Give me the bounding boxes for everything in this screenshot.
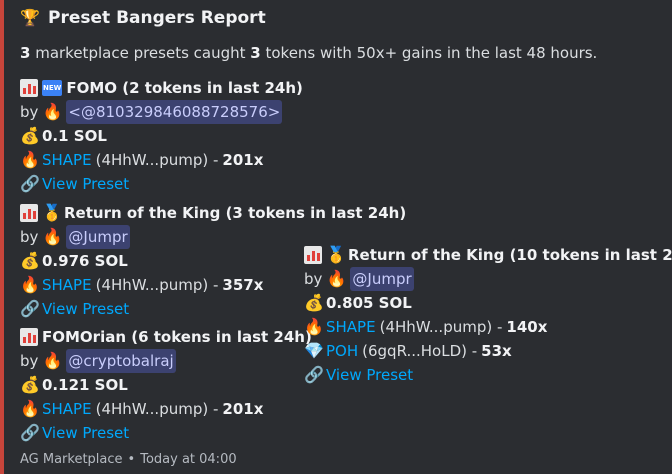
view-preset-line: 🔗 View Preset xyxy=(20,421,312,445)
bar-chart-icon xyxy=(20,79,38,97)
view-preset-link[interactable]: View Preset xyxy=(42,297,129,321)
bar-chart-icon xyxy=(20,204,38,222)
token-address: (4HhW...pump) - xyxy=(95,151,219,169)
preset-sol-line: 💰 0.121 SOL xyxy=(20,373,312,397)
preset-sol-line: 💰 0.1 SOL xyxy=(20,124,303,148)
money-bag-icon: 💰 xyxy=(304,293,324,312)
token-address: (4HhW...pump) - xyxy=(379,318,503,336)
token-gain: 53x xyxy=(481,342,512,360)
preset-sol-line: 💰 0.805 SOL xyxy=(304,291,672,315)
preset-heading: NEW FOMO (2 tokens in last 24h) xyxy=(20,76,303,100)
token-link[interactable]: SHAPE xyxy=(42,273,92,297)
by-label: by xyxy=(20,103,39,121)
bar-chart-icon xyxy=(20,328,38,346)
token-link[interactable]: POH xyxy=(326,339,358,363)
embed-title-text: Preset Bangers Report xyxy=(48,8,266,28)
description-text-1: marketplace presets caught xyxy=(30,44,251,62)
fire-icon: 🔥 xyxy=(42,102,63,121)
preset-heading: 🥇 Return of the King (3 tokens in last 2… xyxy=(20,201,406,225)
preset-author-line: by 🔥 <@810329846088728576> xyxy=(20,100,303,124)
embed-footer: AG Marketplace • Today at 04:00 xyxy=(20,452,237,467)
medal-icon: 🥇 xyxy=(42,203,62,222)
token-link[interactable]: SHAPE xyxy=(42,148,92,172)
view-preset-link[interactable]: View Preset xyxy=(42,172,129,196)
money-bag-icon: 💰 xyxy=(20,126,40,145)
tokens-count: 3 xyxy=(250,44,261,62)
presets-count: 3 xyxy=(20,44,31,62)
description-text-2: tokens with 50x+ gains in the last 48 ho… xyxy=(260,44,598,62)
author-mention[interactable]: <@810329846088728576> xyxy=(66,100,283,124)
preset-title: Return of the King (10 tokens in last 24… xyxy=(348,246,672,264)
token-gain: 201x xyxy=(222,400,264,418)
token-line: 🔥 SHAPE (4HhW...pump) - 201x xyxy=(20,148,303,172)
footer-timestamp: Today at 04:00 xyxy=(140,452,237,467)
bar-chart-icon xyxy=(304,246,322,264)
token-link[interactable]: SHAPE xyxy=(42,397,92,421)
preset-author-line: by 🔥 @Jumpr xyxy=(304,267,672,291)
link-icon: 🔗 xyxy=(304,365,324,384)
fire-icon: 🔥 xyxy=(42,351,63,370)
preset-field-fomo: NEW FOMO (2 tokens in last 24h) by 🔥 <@8… xyxy=(20,76,303,196)
fire-icon: 🔥 xyxy=(20,275,40,294)
footer-source: AG Marketplace xyxy=(20,452,123,467)
link-icon: 🔗 xyxy=(20,423,40,442)
author-mention[interactable]: @Jumpr xyxy=(66,225,130,249)
fire-icon: 🔥 xyxy=(326,269,347,288)
money-bag-icon: 💰 xyxy=(20,375,40,394)
preset-heading: 🥇 Return of the King (10 tokens in last … xyxy=(304,243,672,267)
token-line: 🔥 SHAPE (4HhW...pump) - 140x xyxy=(304,315,672,339)
sol-amount: 0.805 SOL xyxy=(326,294,412,312)
preset-title: Return of the King (3 tokens in last 24h… xyxy=(64,204,407,222)
sol-amount: 0.976 SOL xyxy=(42,252,128,270)
token-address: (6gqR...HoLD) - xyxy=(362,342,478,360)
sol-amount: 0.1 SOL xyxy=(42,127,107,145)
token-line: 🔥 SHAPE (4HhW...pump) - 201x xyxy=(20,397,312,421)
preset-field-fomorian: FOMOrian (6 tokens in last 24h) by 🔥 @cr… xyxy=(20,325,312,445)
fire-icon: 🔥 xyxy=(20,150,40,169)
sol-amount: 0.121 SOL xyxy=(42,376,128,394)
money-bag-icon: 💰 xyxy=(20,251,40,270)
preset-author-line: by 🔥 @cryptobalraj xyxy=(20,349,312,373)
token-line: 💎 POH (6gqR...HoLD) - 53x xyxy=(304,339,672,363)
token-gain: 140x xyxy=(506,318,548,336)
token-gain: 357x xyxy=(222,276,264,294)
token-gain: 201x xyxy=(222,151,264,169)
new-badge-icon: NEW xyxy=(42,80,63,96)
author-mention[interactable]: @Jumpr xyxy=(350,267,414,291)
token-address: (4HhW...pump) - xyxy=(95,400,219,418)
view-preset-link[interactable]: View Preset xyxy=(42,421,129,445)
author-mention[interactable]: @cryptobalraj xyxy=(66,349,176,373)
preset-field-return-of-the-king-10: 🥇 Return of the King (10 tokens in last … xyxy=(304,243,672,387)
by-label: by xyxy=(304,270,323,288)
preset-title: FOMOrian (6 tokens in last 24h) xyxy=(42,328,312,346)
view-preset-line: 🔗 View Preset xyxy=(304,363,672,387)
token-link[interactable]: SHAPE xyxy=(326,315,376,339)
link-icon: 🔗 xyxy=(20,174,40,193)
fire-icon: 🔥 xyxy=(304,317,324,336)
gem-icon: 💎 xyxy=(304,341,324,360)
preset-heading: FOMOrian (6 tokens in last 24h) xyxy=(20,325,312,349)
medal-icon: 🥇 xyxy=(326,245,346,264)
fire-icon: 🔥 xyxy=(42,227,63,246)
view-preset-line: 🔗 View Preset xyxy=(20,172,303,196)
embed-title: 🏆 Preset Bangers Report xyxy=(20,8,266,28)
trophy-icon: 🏆 xyxy=(20,8,40,27)
embed-card: 🏆 Preset Bangers Report 3 marketplace pr… xyxy=(0,0,672,474)
token-address: (4HhW...pump) - xyxy=(95,276,219,294)
by-label: by xyxy=(20,352,39,370)
footer-separator: • xyxy=(127,452,136,467)
link-icon: 🔗 xyxy=(20,299,40,318)
view-preset-link[interactable]: View Preset xyxy=(326,363,413,387)
fire-icon: 🔥 xyxy=(20,399,40,418)
by-label: by xyxy=(20,228,39,246)
preset-title: FOMO (2 tokens in last 24h) xyxy=(66,79,303,97)
embed-description: 3 marketplace presets caught 3 tokens wi… xyxy=(20,44,597,62)
